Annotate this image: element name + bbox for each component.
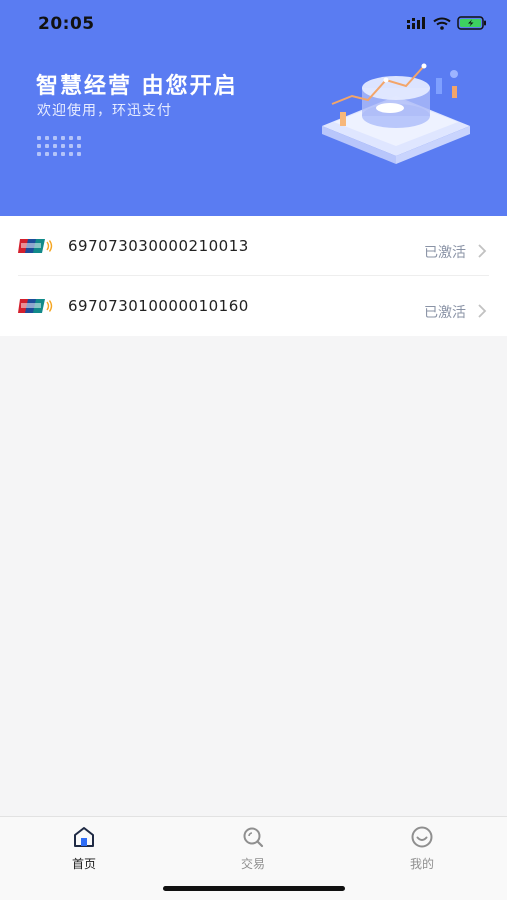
tab-label: 首页 [71, 857, 96, 871]
header-banner: 20:05 智慧经营 由您开启 欢迎使用，环迅支付 [0, 0, 507, 216]
banner-subtitle: 欢迎使用，环迅支付 [37, 103, 172, 119]
chevron-right-icon [478, 304, 487, 318]
tab-profile[interactable]: 我的 [382, 825, 462, 875]
tab-label: 我的 [409, 857, 434, 871]
battery-charging-icon [457, 16, 487, 30]
status-icons [407, 16, 487, 30]
signal-icon [407, 17, 427, 29]
banner-illustration [322, 63, 470, 164]
card-number: 697073010000010160 [68, 297, 249, 315]
card-list: 697073030000210013 已激活 69707301000001016… [0, 216, 507, 336]
banner-title: 智慧经营 由您开启 [36, 74, 238, 99]
chevron-right-icon [478, 244, 487, 258]
wifi-icon [433, 17, 451, 30]
card-row[interactable]: 697073030000210013 已激活 [0, 216, 507, 276]
smile-icon [411, 826, 433, 848]
card-status: 已激活 [424, 245, 466, 261]
card-status: 已激活 [424, 305, 466, 321]
status-time: 20:05 [38, 14, 95, 34]
tab-transactions[interactable]: 交易 [213, 825, 293, 875]
tab-home[interactable]: 首页 [44, 825, 124, 875]
status-bar: 20:05 [0, 0, 507, 50]
home-icon [74, 827, 94, 847]
card-number: 697073030000210013 [68, 237, 249, 255]
tab-label: 交易 [240, 857, 265, 871]
home-indicator[interactable] [163, 886, 345, 891]
dots-decoration [37, 136, 83, 156]
unionpay-icon [18, 299, 53, 313]
card-row[interactable]: 697073010000010160 已激活 [0, 276, 507, 336]
search-icon [243, 827, 264, 848]
unionpay-icon [18, 239, 53, 253]
